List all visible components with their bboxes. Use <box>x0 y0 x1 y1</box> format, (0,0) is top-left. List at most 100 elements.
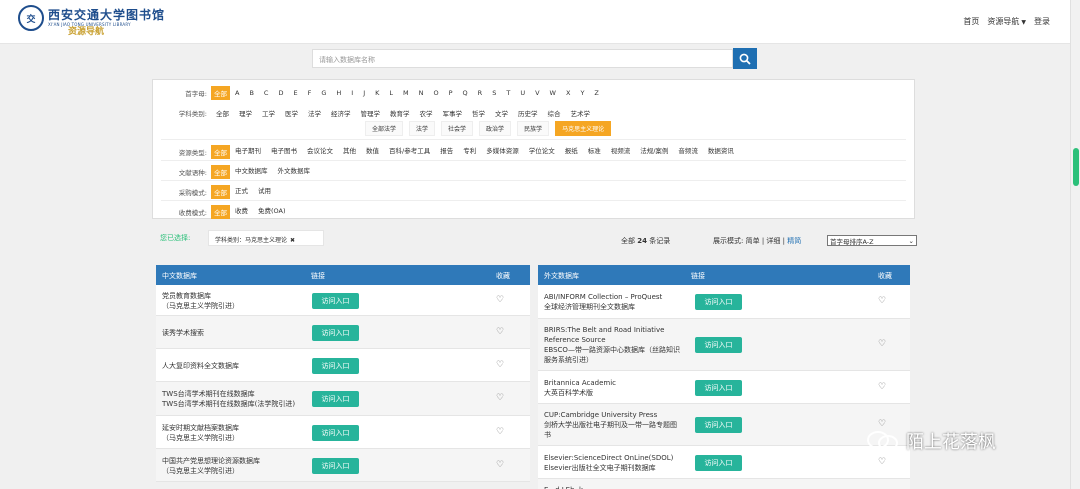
filter-letter-j[interactable]: J <box>358 89 370 97</box>
visit-entry-button[interactable]: 访问入口 <box>312 357 359 374</box>
filter-letter-b[interactable]: B <box>244 89 258 97</box>
filter-initial-all[interactable]: 全部 <box>211 86 230 100</box>
filter-subject-3[interactable]: 医学 <box>280 108 303 118</box>
filter-subject-6[interactable]: 管理学 <box>356 108 386 118</box>
filter-letter-m[interactable]: M <box>398 89 414 97</box>
filter-resource-type-8[interactable]: 专利 <box>458 145 481 159</box>
filter-subject-12[interactable]: 历史学 <box>513 108 543 118</box>
mode-detail[interactable]: 详细 <box>766 237 780 245</box>
filter-purchase-0[interactable]: 全部 <box>211 185 230 199</box>
filter-subject-0[interactable]: 全部 <box>211 108 234 118</box>
nav-home-link[interactable]: 首页 <box>963 16 979 27</box>
favorite-heart-icon[interactable]: ♡ <box>496 393 504 403</box>
database-name[interactable]: CUP:Cambridge University Press 剑桥大学出版社电子期… <box>544 410 677 440</box>
database-name[interactable]: 党员教育数据库 （马克思主义学院引进） <box>162 291 239 311</box>
favorite-heart-icon[interactable]: ♡ <box>878 296 886 306</box>
filter-letter-p[interactable]: P <box>444 89 458 97</box>
database-name[interactable]: E...d LEb..k <box>544 485 583 489</box>
filter-subject-9[interactable]: 军事学 <box>438 108 468 118</box>
database-name[interactable]: Elsevier:ScienceDirect OnLine(SDOL) Elsev… <box>544 453 673 473</box>
database-name[interactable]: 人大复印资料全文数据库 <box>162 361 239 371</box>
filter-letter-c[interactable]: C <box>259 89 274 97</box>
filter-letter-i[interactable]: I <box>346 89 358 97</box>
filter-subject-8[interactable]: 农学 <box>415 108 438 118</box>
favorite-heart-icon[interactable]: ♡ <box>878 457 886 467</box>
filter-subsubject-5[interactable]: 马克思主义理论 <box>555 121 612 136</box>
filter-subject-11[interactable]: 文学 <box>490 108 513 118</box>
filter-subsubject-1[interactable]: 法学 <box>409 121 436 136</box>
filter-language-0[interactable]: 全部 <box>211 165 230 179</box>
filter-resource-type-10[interactable]: 学位论文 <box>524 145 560 159</box>
filter-letter-l[interactable]: L <box>384 89 398 97</box>
filter-letter-k[interactable]: K <box>370 89 384 97</box>
favorite-heart-icon[interactable]: ♡ <box>496 460 504 470</box>
filter-subject-7[interactable]: 教育学 <box>385 108 415 118</box>
filter-subsubject-0[interactable]: 全部法学 <box>365 121 404 136</box>
filter-letter-n[interactable]: N <box>414 89 429 97</box>
filter-letter-o[interactable]: O <box>429 89 444 97</box>
favorite-heart-icon[interactable]: ♡ <box>496 427 504 437</box>
favorite-heart-icon[interactable]: ♡ <box>496 327 504 337</box>
nav-login-link[interactable]: 登录 <box>1034 16 1050 27</box>
visit-entry-button[interactable]: 访问入口 <box>312 391 359 407</box>
filter-letter-q[interactable]: Q <box>458 89 473 97</box>
filter-resource-type-13[interactable]: 视频流 <box>606 145 636 159</box>
database-name[interactable]: ABI/INFORM Collection – ProQuest 全球经济管理期刊… <box>544 292 662 312</box>
filter-resource-type-16[interactable]: 数据资讯 <box>703 145 739 159</box>
filter-subject-10[interactable]: 哲学 <box>467 108 490 118</box>
search-button[interactable] <box>733 48 757 69</box>
filter-letter-y[interactable]: Y <box>575 89 589 97</box>
remove-tag-icon[interactable]: ✖ <box>290 237 295 244</box>
visit-entry-button[interactable]: 访问入口 <box>312 424 359 441</box>
filter-letter-d[interactable]: D <box>273 89 288 97</box>
filter-resource-type-7[interactable]: 报告 <box>435 145 458 159</box>
filter-resource-type-2[interactable]: 电子图书 <box>266 145 302 159</box>
filter-letter-a[interactable]: A <box>230 89 244 97</box>
filter-resource-type-0[interactable]: 全部 <box>211 145 230 159</box>
visit-entry-button[interactable]: 访问入口 <box>312 324 359 341</box>
filter-letter-z[interactable]: Z <box>589 89 603 97</box>
database-name[interactable]: BRIRS:The Belt and Road Initiative Refere… <box>544 325 680 365</box>
mode-simple[interactable]: 简单 <box>746 237 760 245</box>
filter-subsubject-2[interactable]: 社会学 <box>441 121 474 136</box>
favorite-heart-icon[interactable]: ♡ <box>878 339 886 349</box>
database-name[interactable]: 延安时期文献档案数据库 （马克思主义学院引进） <box>162 423 239 443</box>
filter-subsubject-4[interactable]: 民族学 <box>517 121 550 136</box>
filter-fee-0[interactable]: 全部 <box>211 205 230 219</box>
filter-fee-1[interactable]: 收费 <box>230 205 253 219</box>
page-scrollbar[interactable] <box>1070 0 1080 489</box>
database-name[interactable]: 中国共产党思想理论资源数据库 （马克思主义学院引进） <box>162 456 260 476</box>
sort-select[interactable]: 首字母排序A-Z ⌄ <box>827 235 917 246</box>
filter-language-2[interactable]: 外文数据库 <box>273 165 316 179</box>
filter-letter-w[interactable]: W <box>545 89 561 97</box>
favorite-heart-icon[interactable]: ♡ <box>496 360 504 370</box>
filter-resource-type-1[interactable]: 电子期刊 <box>230 145 266 159</box>
filter-resource-type-12[interactable]: 标准 <box>583 145 606 159</box>
favorite-heart-icon[interactable]: ♡ <box>496 295 504 305</box>
visit-entry-button[interactable]: 访问入口 <box>312 457 359 474</box>
filter-subject-2[interactable]: 工学 <box>257 108 280 118</box>
search-input[interactable]: 请输入数据库名称 <box>312 49 733 68</box>
filter-resource-type-9[interactable]: 多媒体资源 <box>481 145 524 159</box>
filter-resource-type-3[interactable]: 会议论文 <box>302 145 338 159</box>
filter-subject-4[interactable]: 法学 <box>303 108 326 118</box>
filter-language-1[interactable]: 中文数据库 <box>230 165 273 179</box>
filter-letter-u[interactable]: U <box>515 89 530 97</box>
filter-purchase-2[interactable]: 试用 <box>253 185 276 199</box>
filter-resource-type-4[interactable]: 其他 <box>338 145 361 159</box>
visit-entry-button[interactable]: 访问入口 <box>312 292 359 309</box>
filter-letter-t[interactable]: T <box>501 89 515 97</box>
visit-entry-button[interactable]: 访问入口 <box>695 417 742 433</box>
filter-letter-f[interactable]: F <box>303 89 317 97</box>
visit-entry-button[interactable]: 访问入口 <box>695 379 742 396</box>
filter-subject-1[interactable]: 理学 <box>234 108 257 118</box>
filter-letter-e[interactable]: E <box>288 89 302 97</box>
filter-letter-x[interactable]: X <box>561 89 575 97</box>
filter-letter-v[interactable]: V <box>530 89 544 97</box>
filter-resource-type-15[interactable]: 音频流 <box>673 145 703 159</box>
filter-purchase-1[interactable]: 正式 <box>230 185 253 199</box>
mode-brief[interactable]: 精简 <box>787 237 801 245</box>
filter-fee-2[interactable]: 免费(OA) <box>253 205 291 219</box>
database-name[interactable]: 读秀学术搜索 <box>162 328 204 338</box>
filter-resource-type-14[interactable]: 法规/案例 <box>635 145 673 159</box>
